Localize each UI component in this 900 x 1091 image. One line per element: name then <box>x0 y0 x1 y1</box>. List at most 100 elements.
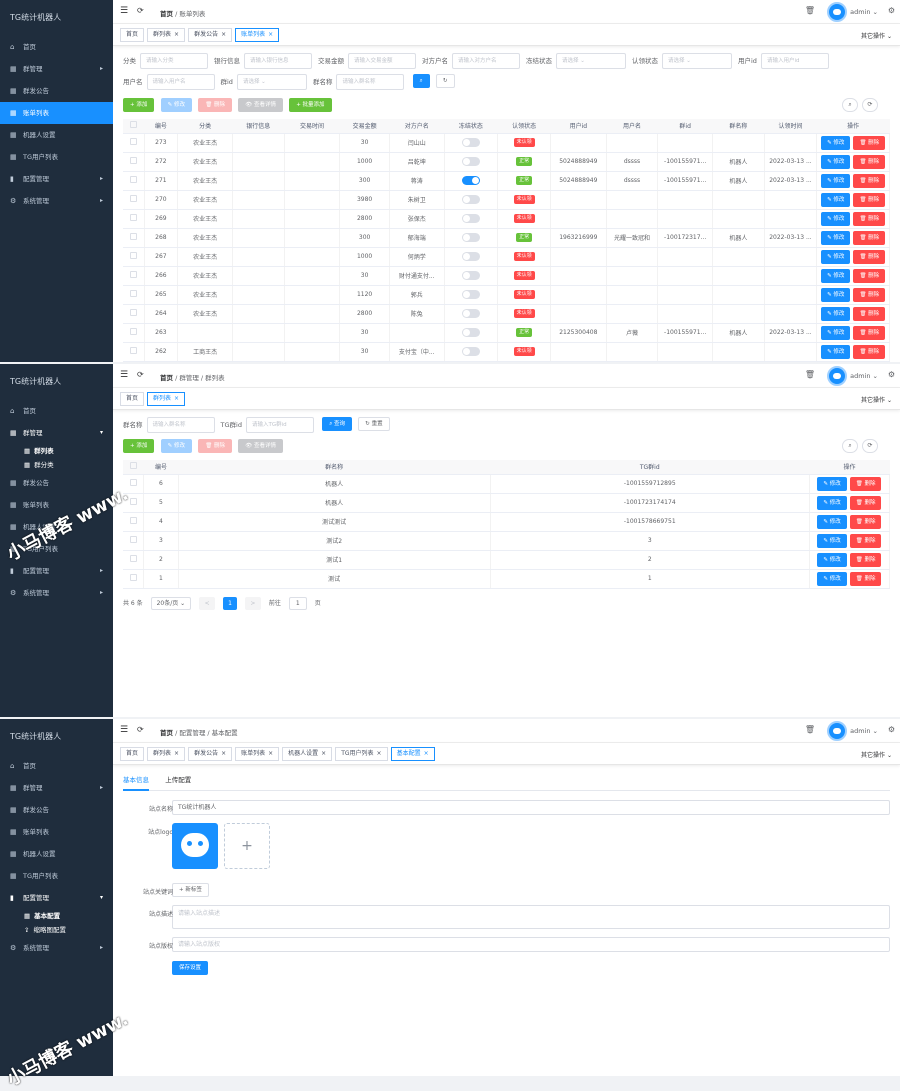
row-delete-button[interactable]: 🗑 删除 <box>853 173 886 188</box>
other-actions[interactable]: 其它操作 ⌄ <box>861 31 892 40</box>
sidebar-item-1[interactable]: ▦ 群管理 ▸ <box>0 777 113 799</box>
other-actions[interactable]: 其它操作 ⌄ <box>861 750 892 759</box>
refresh-icon[interactable]: ⟳ <box>137 6 144 15</box>
checkbox[interactable] <box>129 328 137 335</box>
site-logo-image[interactable] <box>172 823 218 869</box>
sidebar-subitem-7[interactable]: ▦ 基本配置 <box>0 909 113 923</box>
description-textarea[interactable]: 请输入站点描述 <box>172 905 890 929</box>
row-edit-button[interactable]: ✎ 修改 <box>821 268 851 283</box>
add-button[interactable]: + 添加 <box>123 439 155 453</box>
gear-icon[interactable]: ⚙ <box>888 725 895 734</box>
refresh-icon[interactable]: ⟳ <box>137 370 144 379</box>
close-icon[interactable]: × <box>268 31 273 38</box>
checkbox[interactable] <box>129 138 137 145</box>
checkbox[interactable] <box>130 121 138 129</box>
frozen-switch[interactable] <box>461 176 480 185</box>
frozen-switch[interactable] <box>461 157 480 166</box>
checkbox[interactable] <box>129 176 137 183</box>
close-icon[interactable]: × <box>221 31 226 38</box>
sidebar-item-2[interactable]: ▦ 群发公告 <box>0 80 113 102</box>
row-edit-button[interactable]: ✎ 修改 <box>821 173 851 188</box>
avatar[interactable] <box>827 721 847 741</box>
sidebar-item-4[interactable]: ▦ 群发公告 <box>0 472 113 494</box>
prev-page-button[interactable]: < <box>199 597 216 610</box>
row-delete-button[interactable]: 🗑 删除 <box>853 325 886 340</box>
checkbox[interactable] <box>129 252 137 259</box>
sidebar-item-6[interactable]: ▮ 配置管理 ▾ <box>0 887 113 909</box>
row-edit-button[interactable]: ✎ 修改 <box>821 211 851 226</box>
row-delete-button[interactable]: 🗑 删除 <box>849 552 882 567</box>
tab-basic-info[interactable]: 基本信息 <box>123 773 149 791</box>
goto-page-input[interactable]: 1 <box>288 597 307 610</box>
frozen-switch[interactable] <box>461 290 480 299</box>
filter-input[interactable]: 请选择 ⌄ <box>556 53 626 69</box>
copyright-input[interactable]: 请输入站点版权 <box>172 937 890 952</box>
checkbox[interactable] <box>129 555 137 562</box>
sidebar-item-6[interactable]: ▮ 配置管理 ▸ <box>0 168 113 190</box>
row-delete-button[interactable]: 🗑 删除 <box>853 230 886 245</box>
sidebar-item-0[interactable]: ⌂ 首页 <box>0 36 113 58</box>
breadcrumb-home[interactable]: 首页 <box>160 374 173 382</box>
sidebar-item-3[interactable]: ▦ 账单列表 <box>0 102 113 124</box>
row-edit-button[interactable]: ✎ 修改 <box>817 476 847 491</box>
row-edit-button[interactable]: ✎ 修改 <box>817 571 847 586</box>
frozen-switch[interactable] <box>461 195 480 204</box>
close-icon[interactable]: × <box>321 750 326 757</box>
checkbox[interactable] <box>129 195 137 202</box>
checkbox[interactable] <box>129 536 137 543</box>
user-menu[interactable]: admin ⌄ <box>850 372 878 380</box>
row-delete-button[interactable]: 🗑 删除 <box>849 514 882 529</box>
filter-input[interactable]: 请输入交易金额 <box>348 53 416 69</box>
close-icon[interactable]: × <box>377 750 382 757</box>
row-delete-button[interactable]: 🗑 删除 <box>849 495 882 510</box>
sidebar-item-5[interactable]: ▦ TG用户列表 <box>0 146 113 168</box>
trash-icon[interactable]: 🗑 <box>805 725 815 734</box>
checkbox[interactable] <box>129 498 137 505</box>
filter-input[interactable]: 请输入TG群id <box>245 417 314 433</box>
row-delete-button[interactable]: 🗑 删除 <box>853 344 886 359</box>
sidebar-item-3[interactable]: ▦ 账单列表 <box>0 821 113 843</box>
other-actions[interactable]: 其它操作 ⌄ <box>861 395 892 404</box>
checkbox[interactable] <box>129 574 137 581</box>
checkbox[interactable] <box>129 309 137 316</box>
delete-button[interactable]: 🗑 删除 <box>198 439 232 453</box>
row-edit-button[interactable]: ✎ 修改 <box>821 249 851 264</box>
batch-add-button[interactable]: + 批量添加 <box>289 98 332 112</box>
search-button[interactable]: ⌕ 查询 <box>322 417 353 431</box>
save-settings-button[interactable]: 保存设置 <box>172 961 209 975</box>
hamburger-icon[interactable]: ☰ <box>120 725 128 735</box>
detail-button[interactable]: 👁 查看详情 <box>238 439 283 453</box>
sidebar-item-9[interactable]: ⚙ 系统管理 ▸ <box>0 937 113 959</box>
tab-1[interactable]: 群列表 × <box>147 392 186 406</box>
breadcrumb-home[interactable]: 首页 <box>160 10 173 18</box>
frozen-switch[interactable] <box>461 328 480 337</box>
hamburger-icon[interactable]: ☰ <box>120 6 128 16</box>
breadcrumb-home[interactable]: 首页 <box>160 729 173 737</box>
frozen-switch[interactable] <box>461 214 480 223</box>
tab-4[interactable]: 机器人设置 × <box>282 747 333 761</box>
frozen-switch[interactable] <box>461 309 480 318</box>
sidebar-item-2[interactable]: ▦ 群发公告 <box>0 799 113 821</box>
user-menu[interactable]: admin ⌄ <box>850 8 878 16</box>
row-delete-button[interactable]: 🗑 删除 <box>849 571 882 586</box>
search-toggle-icon[interactable]: ⌕ <box>842 439 858 453</box>
close-icon[interactable]: × <box>174 750 179 757</box>
sidebar-item-5[interactable]: ▦ 账单列表 <box>0 494 113 516</box>
close-icon[interactable]: × <box>268 750 273 757</box>
gear-icon[interactable]: ⚙ <box>888 6 895 15</box>
next-page-button[interactable]: > <box>244 597 261 610</box>
close-icon[interactable]: × <box>221 750 226 757</box>
detail-button[interactable]: 👁 查看详情 <box>238 98 283 112</box>
tab-3[interactable]: 账单列表 × <box>235 28 280 42</box>
checkbox[interactable] <box>129 462 137 470</box>
hamburger-icon[interactable]: ☰ <box>120 370 128 380</box>
close-icon[interactable]: × <box>174 395 179 402</box>
avatar[interactable] <box>827 2 847 22</box>
site-name-input[interactable]: TG统计机器人 <box>172 800 890 815</box>
frozen-switch[interactable] <box>461 271 480 280</box>
row-edit-button[interactable]: ✎ 修改 <box>817 552 847 567</box>
sidebar-item-1[interactable]: ▦ 群管理 ▸ <box>0 58 113 80</box>
filter-input[interactable]: 请输入分类 <box>140 53 208 69</box>
filter-input[interactable]: 请输入银行信息 <box>244 53 312 69</box>
refresh-icon[interactable]: ⟳ <box>137 725 144 734</box>
